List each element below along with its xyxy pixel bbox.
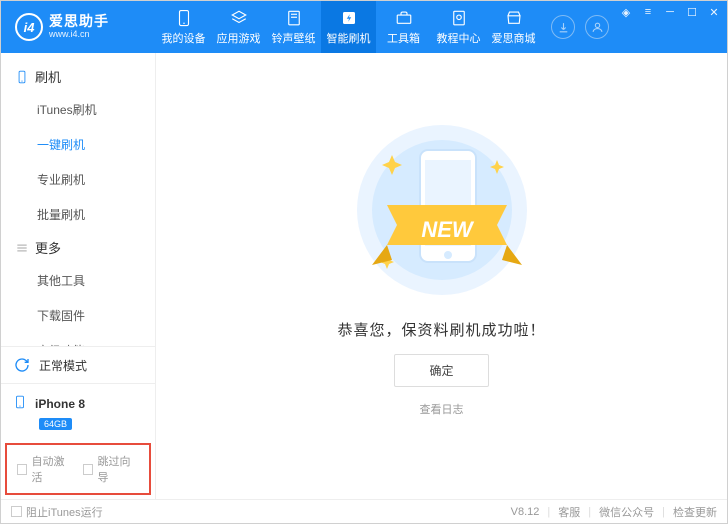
close-button[interactable]: ✕ (707, 5, 721, 19)
shirt-icon[interactable]: ◈ (619, 5, 633, 19)
user-button[interactable] (585, 15, 609, 39)
nav-store[interactable]: 爱思商城 (486, 1, 541, 53)
menu-icon[interactable]: ≡ (641, 5, 655, 19)
nav-help[interactable]: 教程中心 (431, 1, 486, 53)
svg-text:NEW: NEW (421, 217, 475, 242)
title-bar: i4 爱思助手 www.i4.cn 我的设备应用游戏铃声壁纸智能刷机工具箱教程中… (1, 1, 727, 53)
sidebar-section-1[interactable]: 更多 (1, 232, 155, 263)
sidebar-item[interactable]: 其他工具 (1, 263, 155, 298)
apps-icon (230, 9, 248, 27)
mode-label: 正常模式 (39, 357, 87, 374)
success-illustration: NEW (332, 115, 552, 305)
storage-badge: 64GB (39, 418, 72, 430)
footer-link-support[interactable]: 客服 (558, 504, 580, 520)
refresh-icon (13, 356, 31, 374)
sidebar-item[interactable]: 批量刷机 (1, 197, 155, 232)
maximize-button[interactable]: ☐ (685, 5, 699, 19)
sidebar-item[interactable]: 专业刷机 (1, 162, 155, 197)
device-icon (175, 9, 193, 27)
ok-button[interactable]: 确定 (394, 354, 488, 387)
version-label: V8.12 (511, 506, 540, 518)
flash-icon (340, 9, 358, 27)
footer-link-update[interactable]: 检查更新 (673, 504, 717, 520)
toolbox-icon (395, 9, 413, 27)
sidebar: 刷机iTunes刷机一键刷机专业刷机批量刷机更多其他工具下载固件高级功能 正常模… (1, 53, 156, 499)
logo-icon: i4 (15, 13, 43, 41)
logo: i4 爱思助手 www.i4.cn (1, 13, 156, 41)
nav-flash[interactable]: 智能刷机 (321, 1, 376, 53)
sidebar-item[interactable]: 高级功能 (1, 333, 155, 346)
music-icon (285, 9, 303, 27)
sidebar-device[interactable]: iPhone 8 64GB (1, 384, 155, 439)
status-bar: 阻止iTunes运行 V8.12 | 客服 | 微信公众号 | 检查更新 (1, 499, 727, 523)
minimize-button[interactable]: ─ (663, 5, 677, 19)
help-icon (450, 9, 468, 27)
nav-apps[interactable]: 应用游戏 (211, 1, 266, 53)
phone-icon (13, 393, 27, 414)
app-site: www.i4.cn (49, 30, 109, 40)
block-itunes-checkbox[interactable]: 阻止iTunes运行 (11, 504, 103, 520)
app-name: 爱思助手 (49, 14, 109, 29)
skip-guide-checkbox[interactable]: 跳过向导 (83, 453, 139, 485)
main-content: NEW 恭喜您，保资料刷机成功啦！ 确定 查看日志 (156, 53, 727, 499)
success-message: 恭喜您，保资料刷机成功啦！ (337, 319, 545, 340)
sidebar-mode[interactable]: 正常模式 (1, 347, 155, 384)
window-controls: ◈ ≡ ─ ☐ ✕ (619, 1, 727, 53)
nav-toolbox[interactable]: 工具箱 (376, 1, 431, 53)
sidebar-item[interactable]: iTunes刷机 (1, 92, 155, 127)
device-name: iPhone 8 (35, 397, 85, 411)
sidebar-section-0[interactable]: 刷机 (1, 61, 155, 92)
sidebar-item[interactable]: 下载固件 (1, 298, 155, 333)
download-button[interactable] (551, 15, 575, 39)
auto-activate-checkbox[interactable]: 自动激活 (17, 453, 73, 485)
main-nav: 我的设备应用游戏铃声壁纸智能刷机工具箱教程中心爱思商城 (156, 1, 551, 53)
store-icon (505, 9, 523, 27)
sidebar-item[interactable]: 一键刷机 (1, 127, 155, 162)
highlighted-options: 自动激活 跳过向导 (5, 443, 151, 495)
nav-device[interactable]: 我的设备 (156, 1, 211, 53)
footer-link-wechat[interactable]: 微信公众号 (599, 504, 654, 520)
nav-music[interactable]: 铃声壁纸 (266, 1, 321, 53)
view-log-link[interactable]: 查看日志 (420, 401, 464, 417)
